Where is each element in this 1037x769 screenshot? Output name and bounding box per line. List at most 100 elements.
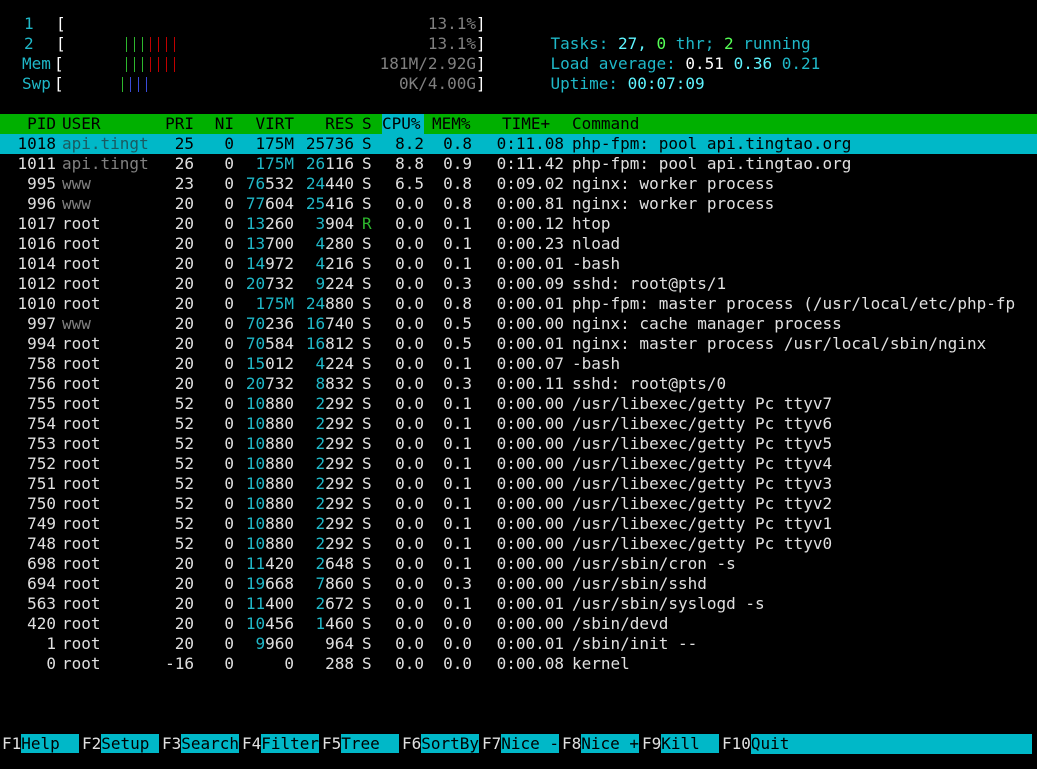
process-row[interactable]: 995 www 23 0 76532 24440 S 6.5 0.8 0:09.02 nginx: … <box>0 174 1037 194</box>
mem-value: 181M/2.92G <box>379 54 476 73</box>
cpu2-label: 2 <box>24 34 34 53</box>
process-row[interactable]: 698 root 20 0 11420 2648 S 0.0 0.1 0:00.00/usr/sb… <box>0 554 1037 574</box>
process-row[interactable]: 996 www 20 0 77604 25416 S 0.0 0.8 0:00.81 nginx: … <box>0 194 1037 214</box>
cell-mem: 0.1 <box>443 434 472 453</box>
process-row[interactable]: 750 root 52 0 10880 2292 S 0.0 0.1 0:00.00/usr/li… <box>0 494 1037 514</box>
fkey-f9[interactable]: F9Kill <box>642 734 720 754</box>
process-row[interactable]: 1012 root 20 0 20732 9224 S 0.0 0.3 0:00.09 sshd: … <box>0 274 1037 294</box>
cell-cpu: 8.2 <box>395 134 424 153</box>
cell-user: root <box>62 594 101 613</box>
cell-command: /usr/sbin/cron -s <box>572 554 736 573</box>
process-row[interactable]: 1011 api.tingt 26 0 175M 26116 S 8.8 0.9 0:11.42 p… <box>0 154 1037 174</box>
cell-cpu: 0.0 <box>395 614 424 633</box>
process-row[interactable]: 1 root 20 0 9960 964 S 0.0 0.0 0:00.01/sbin/init … <box>0 634 1037 654</box>
cell-mem: 0.1 <box>443 554 472 573</box>
process-row[interactable]: 753 root 52 0 10880 2292 S 0.0 0.1 0:00.00/usr/li… <box>0 434 1037 454</box>
cell-time: 0:00.00 <box>496 414 564 433</box>
fkey-f7[interactable]: F7Nice - <box>482 734 560 754</box>
cell-virt: 10880 <box>245 494 294 513</box>
process-row[interactable]: 752 root 52 0 10880 2292 S 0.0 0.1 0:00.00/usr/li… <box>0 454 1037 474</box>
fkey-f3[interactable]: F3Search <box>162 734 240 754</box>
fkey-label: SortBy <box>421 734 480 753</box>
process-row[interactable]: 758 root 20 0 15012 4224 S 0.0 0.1 0:00.07 -bash <box>0 354 1037 374</box>
cell-pid: 749 <box>27 514 56 533</box>
fkey-f6[interactable]: F6SortBy <box>402 734 480 754</box>
cell-state: S <box>362 434 372 453</box>
cell-mem: 0.1 <box>443 594 472 613</box>
fkey-label: Search <box>181 734 240 753</box>
col-ni[interactable]: NI <box>200 114 234 134</box>
process-row[interactable]: 994 root 20 0 70584 16812 S 0.0 0.5 0:00.01 nginx:… <box>0 334 1037 354</box>
process-row-selected[interactable]: 1018 api.tingt 25 0 175M 25736 S 8.2 0.8 0:11.08 p… <box>0 134 1037 154</box>
fkey-f5[interactable]: F5Tree <box>322 734 400 754</box>
col-cpu-sorted[interactable]: CPU% <box>382 114 424 134</box>
cell-time: 0:00.00 <box>496 514 564 533</box>
cell-virt: 11400 <box>245 594 294 613</box>
col-res[interactable]: RES <box>300 114 354 134</box>
cell-priority: 20 <box>174 334 194 353</box>
process-row[interactable]: 420 root 20 0 10456 1460 S 0.0 0.0 0:00.00/sbin/d… <box>0 614 1037 634</box>
cpu2-value: 13.1% <box>427 34 476 53</box>
cell-pid: 994 <box>27 334 56 353</box>
cell-mem: 0.3 <box>443 374 472 393</box>
load-15min: 0.21 <box>781 54 821 73</box>
col-command[interactable]: Command <box>572 114 639 134</box>
process-row[interactable]: 748 root 52 0 10880 2292 S 0.0 0.1 0:00.00/usr/li… <box>0 534 1037 554</box>
cell-time: 0:00.12 <box>496 214 564 233</box>
cell-priority: 52 <box>174 494 194 513</box>
col-time[interactable]: TIME+ <box>502 114 550 134</box>
cell-time: 0:00.01 <box>496 334 564 353</box>
cell-command: sshd: root@pts/1 <box>572 274 727 293</box>
col-mem[interactable]: MEM% <box>432 114 471 134</box>
process-row[interactable]: 1014 root 20 0 14972 4216 S 0.0 0.1 0:00.01 -bash <box>0 254 1037 274</box>
cell-res: 24440 <box>305 174 354 193</box>
fkey-f8[interactable]: F8Nice + <box>562 734 640 754</box>
process-row[interactable]: 0 root -16 0 0 288 S 0.0 0.0 0:00.08 kernel <box>0 654 1037 674</box>
fkey-f1[interactable]: F1Help <box>2 734 80 754</box>
cell-nice: 0 <box>224 594 234 613</box>
col-pid[interactable]: PID <box>0 114 56 134</box>
col-state[interactable]: S <box>362 114 372 134</box>
cell-state: S <box>362 174 372 193</box>
process-row[interactable]: 754 root 52 0 10880 2292 S 0.0 0.1 0:00.00/usr/li… <box>0 414 1037 434</box>
process-row[interactable]: 1017 root 20 0 13260 3904 R 0.0 0.1 0:00.12 htop <box>0 214 1037 234</box>
process-row[interactable]: 997 www 20 0 70236 16740 S 0.0 0.5 0:00.00 nginx: … <box>0 314 1037 334</box>
process-row[interactable]: 749 root 52 0 10880 2292 S 0.0 0.1 0:00.00/usr/li… <box>0 514 1037 534</box>
process-row[interactable]: 755 root 52 0 10880 2292 S 0.0 0.1 0:00.00/usr/li… <box>0 394 1037 414</box>
cell-cpu: 0.0 <box>395 474 424 493</box>
cell-command: sshd: root@pts/0 <box>572 374 727 393</box>
cell-time: 0:00.00 <box>496 574 564 593</box>
cell-cpu: 0.0 <box>395 434 424 453</box>
process-row[interactable]: 1010 root 20 0 175M 24880 S 0.0 0.8 0:00.01 php-fp… <box>0 294 1037 314</box>
col-user[interactable]: USER <box>62 114 101 134</box>
fkey-f10[interactable]: F10Quit <box>722 734 1032 754</box>
mem-bracket-close: ] <box>476 54 486 73</box>
process-row[interactable]: 751 root 52 0 10880 2292 S 0.0 0.1 0:00.00/usr/li… <box>0 474 1037 494</box>
fkey-number: F9 <box>642 734 662 753</box>
cell-priority: 20 <box>174 634 194 653</box>
col-pri[interactable]: PRI <box>150 114 194 134</box>
cell-mem: 0.1 <box>443 234 472 253</box>
cell-cpu: 0.0 <box>395 314 424 333</box>
process-row[interactable]: 563 root 20 0 11400 2672 S 0.0 0.1 0:00.01/usr/sb… <box>0 594 1037 614</box>
process-row[interactable]: 1016 root 20 0 13700 4280 S 0.0 0.1 0:00.23 nload <box>0 234 1037 254</box>
cell-time: 0:00.00 <box>496 474 564 493</box>
fkey-f4[interactable]: F4Filter <box>242 734 320 754</box>
cell-pid: 758 <box>27 354 56 373</box>
cell-priority: 20 <box>174 234 194 253</box>
process-row[interactable]: 756 root 20 0 20732 8832 S 0.0 0.3 0:00.11 sshd: r… <box>0 374 1037 394</box>
cell-cpu: 0.0 <box>395 234 424 253</box>
cell-mem: 0.3 <box>443 274 472 293</box>
process-row[interactable]: 694 root 20 0 19668 7860 S 0.0 0.3 0:00.00/usr/sb… <box>0 574 1037 594</box>
process-table-header: PID USER PRI NI VIRT RES S CPU% MEM% TIM… <box>0 114 1037 134</box>
cell-priority: 20 <box>174 274 194 293</box>
cell-nice: 0 <box>224 514 234 533</box>
fkey-f2[interactable]: F2Setup <box>82 734 160 754</box>
cell-user: root <box>62 554 101 573</box>
col-virt[interactable]: VIRT <box>240 114 294 134</box>
cell-res: 2292 <box>315 474 354 493</box>
fkey-number: F2 <box>82 734 102 753</box>
cell-user: root <box>62 474 101 493</box>
cell-state: S <box>362 134 372 153</box>
cell-nice: 0 <box>224 174 234 193</box>
